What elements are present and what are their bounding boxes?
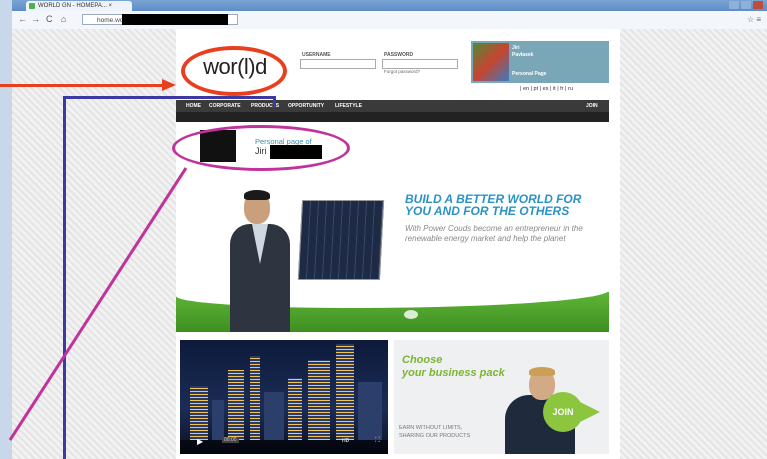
banner-title-line2: YOU AND FOR THE OTHERS [405,204,570,218]
business-subtitle-line1: EARN WITHOUT LIMITS, [399,425,463,431]
profile-photo [473,43,509,81]
url-redaction [122,14,228,25]
annotation-blue-line-left [63,97,66,459]
play-icon[interactable]: ▶ [197,437,203,446]
business-man-hair [529,367,555,376]
skyline-building [250,356,260,440]
home-button[interactable]: ⌂ [61,14,66,24]
skyline-building [190,386,208,440]
profile-last-name: Pavlasek [512,52,534,58]
menu-home[interactable]: HOME [186,103,201,109]
businessman-hair [244,190,270,200]
password-input[interactable] [382,59,458,69]
maximize-button[interactable] [741,1,751,9]
profile-first-name: Jiri [512,45,520,51]
title-bar: WORLD GN - HOMEPA... × [12,0,767,11]
menu-sub-strip [176,112,609,122]
menu-corporate[interactable]: CORPORATE [209,103,241,109]
banner-slider-dot[interactable] [404,310,418,319]
forgot-password-link[interactable]: Forgot password? [384,69,420,74]
business-pack-subtitle: EARN WITHOUT LIMITS, SHARING OUR PRODUCT… [399,424,470,440]
join-button[interactable]: JOIN [543,392,583,432]
bookmark-star-icon[interactable]: ☆ ≡ [747,15,761,24]
video-player[interactable] [180,340,388,454]
annotation-blue-line-tick [273,96,276,108]
annotation-red-arrowhead [162,79,176,91]
fullscreen-icon[interactable]: ⛶ [375,437,380,445]
skyline-building [264,392,284,440]
close-button[interactable] [753,1,763,9]
join-arrow [580,402,600,422]
username-input[interactable] [300,59,376,69]
annotation-blue-line-top [63,96,275,99]
business-title-line1: Choose [402,354,443,366]
browser-tab[interactable]: WORLD GN - HOMEPA... × [26,1,132,11]
skyline-building [308,360,330,440]
skyline-building [336,344,354,440]
logo-highlight-circle [181,46,287,96]
hd-toggle[interactable]: HD [342,438,349,444]
tab-title: WORLD GN - HOMEPA... × [38,3,113,9]
favicon-icon [29,3,35,9]
solar-panel-image [297,200,385,280]
skyline-building [358,382,382,440]
banner-subtitle: With Power Couds become an entrepreneur … [405,224,583,243]
back-button[interactable]: ← [18,14,27,24]
skyline-building [228,370,244,440]
password-label: PASSWORD [384,52,414,58]
minimize-button[interactable] [729,1,739,9]
annotation-red-arrow [0,84,164,87]
business-title-line2: your business pack [402,367,505,379]
forward-button[interactable]: → [31,14,40,24]
personal-page-link[interactable]: Personal Page [512,71,546,77]
skyline-building [212,400,224,440]
video-controls [180,440,388,454]
banner-title: BUILD A BETTER WORLD FOR YOU AND FOR THE… [405,193,605,217]
skyline-building [288,378,302,440]
video-time: 00:00 [222,437,239,443]
window-controls [729,1,763,9]
browser-window: WORLD GN - HOMEPA... × ← → C ⌂ home.worl… [0,0,767,459]
business-pack-title: Choose your business pack [402,354,505,380]
menu-opportunity[interactable]: OPPORTUNITY [288,103,324,109]
profile-name: Jiri Pavlasek [512,45,533,59]
menu-join[interactable]: JOIN [586,103,598,109]
language-selector[interactable]: | en | pt | es | it | fr | ru [520,86,573,92]
menu-lifestyle[interactable]: LIFESTYLE [335,103,362,109]
reload-button[interactable]: C [46,14,53,24]
business-subtitle-line2: SHARING OUR PRODUCTS [399,433,471,439]
personal-page-highlight [172,125,350,171]
username-label: USERNAME [302,52,331,58]
